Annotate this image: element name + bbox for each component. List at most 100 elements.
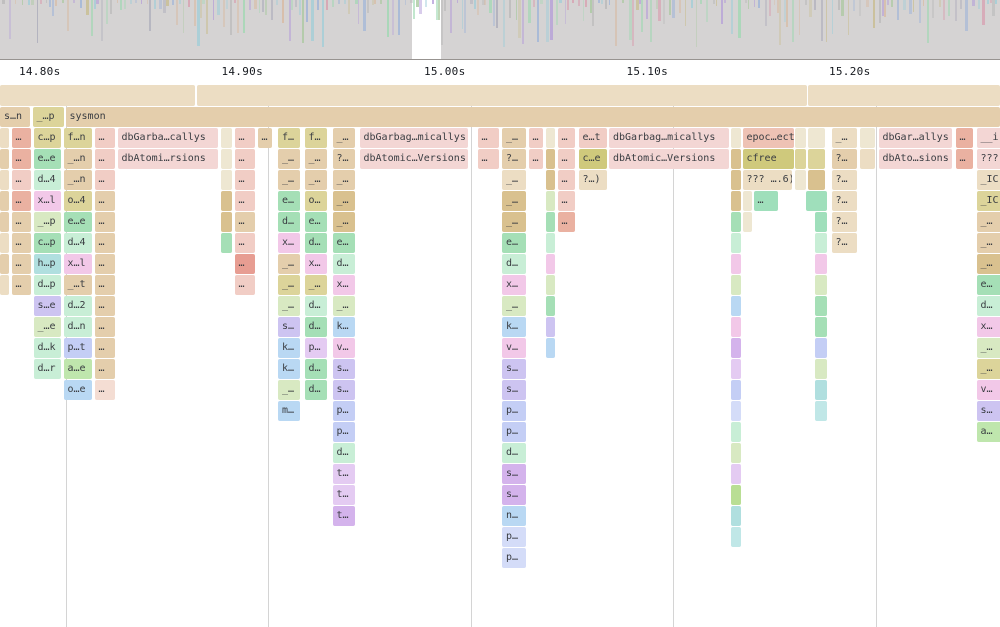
stack-frame[interactable]: …	[95, 233, 116, 253]
stack-frame[interactable]: d…	[977, 296, 1000, 316]
stack-frame[interactable]	[815, 296, 827, 316]
stack-frame[interactable]	[731, 317, 741, 337]
stack-frame[interactable]: p…	[502, 422, 526, 442]
stack-frame[interactable]	[815, 275, 827, 295]
stack-frame[interactable]	[0, 128, 9, 148]
stack-frame[interactable]	[546, 149, 555, 169]
stack-frame[interactable]: ?…	[832, 212, 858, 232]
stack-frame[interactable]	[731, 527, 741, 547]
stack-frame[interactable]: …	[235, 128, 255, 148]
stack-frame[interactable]	[815, 380, 827, 400]
stack-frame[interactable]: d…4	[34, 170, 62, 190]
stack-frame[interactable]: _…	[278, 149, 300, 169]
stack-frame[interactable]: x…	[977, 317, 1000, 337]
stack-frame[interactable]: ?…	[832, 170, 858, 190]
stack-frame[interactable]: …	[258, 128, 272, 148]
stack-frame[interactable]: sysmon	[66, 107, 1000, 128]
stack-frame[interactable]: x…	[333, 275, 356, 295]
stack-frame[interactable]: s…	[278, 317, 300, 337]
stack-frame[interactable]	[0, 254, 9, 274]
stack-frame[interactable]: _…	[305, 275, 327, 295]
stack-frame[interactable]	[221, 128, 232, 148]
stack-frame[interactable]: _…	[977, 359, 1000, 379]
stack-frame[interactable]: p…	[502, 401, 526, 421]
stack-frame[interactable]: __i	[977, 128, 1000, 148]
stack-frame[interactable]	[731, 485, 741, 505]
stack-frame[interactable]: e…	[278, 191, 300, 211]
stack-frame[interactable]: d…	[502, 254, 526, 274]
stack-frame[interactable]: d…	[305, 380, 327, 400]
stack-frame[interactable]	[815, 401, 827, 421]
stack-frame[interactable]	[815, 254, 827, 274]
stack-frame[interactable]: ?…	[333, 149, 356, 169]
stack-frame[interactable]: …	[95, 212, 116, 232]
stack-frame[interactable]	[815, 317, 827, 337]
stack-frame[interactable]: e…	[502, 233, 526, 253]
stack-frame[interactable]: …	[95, 128, 116, 148]
stack-frame[interactable]: d…4	[64, 233, 92, 253]
stack-frame[interactable]: _…	[502, 128, 526, 148]
stack-frame[interactable]	[731, 128, 741, 148]
stack-frame[interactable]: dbGar…allys	[879, 128, 953, 148]
stack-frame[interactable]	[731, 233, 741, 253]
stack-frame[interactable]: dbGarba…callys	[118, 128, 218, 148]
stack-frame[interactable]: _…	[333, 212, 356, 232]
stack-frame[interactable]	[860, 149, 875, 169]
stack-frame[interactable]	[808, 128, 825, 148]
stack-frame[interactable]: …	[95, 170, 116, 190]
stack-frame[interactable]: o…e	[64, 380, 92, 400]
stack-frame[interactable]: _…	[278, 254, 300, 274]
stack-frame[interactable]: f…	[278, 128, 300, 148]
stack-frame[interactable]	[808, 85, 1000, 106]
stack-frame[interactable]: …	[95, 149, 116, 169]
stack-frame[interactable]: …	[95, 380, 116, 400]
stack-frame[interactable]: d…	[305, 296, 327, 316]
stack-frame[interactable]: ???	[977, 149, 1000, 169]
stack-frame[interactable]	[795, 170, 806, 190]
stack-frame[interactable]	[0, 170, 9, 190]
stack-frame[interactable]	[731, 359, 741, 379]
stack-frame[interactable]: …	[95, 191, 116, 211]
stack-frame[interactable]: …	[529, 128, 544, 148]
stack-frame[interactable]: …	[529, 149, 544, 169]
stack-frame[interactable]: s…	[333, 359, 356, 379]
stack-frame[interactable]: dbGarbag…micallys	[609, 128, 729, 148]
stack-frame[interactable]	[731, 212, 741, 232]
stack-frame[interactable]	[815, 338, 827, 358]
stack-chart-canvas[interactable]: s…n_…psysmon……………………c…pe…ed…4x…l_…pc…ph……	[0, 0, 1000, 627]
stack-frame[interactable]: …	[558, 191, 576, 211]
stack-frame[interactable]: t…	[333, 506, 356, 526]
stack-frame[interactable]: dbAtomic…Versions	[360, 149, 469, 169]
stack-frame[interactable]	[731, 170, 741, 190]
stack-frame[interactable]: x…	[278, 233, 300, 253]
stack-frame[interactable]: …	[12, 149, 32, 169]
stack-frame[interactable]: e…	[333, 233, 356, 253]
stack-frame[interactable]: ?…	[832, 149, 858, 169]
stack-frame[interactable]: …	[12, 212, 32, 232]
stack-frame[interactable]: _…	[305, 170, 327, 190]
stack-frame[interactable]	[731, 254, 741, 274]
stack-frame[interactable]: v…	[333, 338, 356, 358]
stack-frame[interactable]: _…	[333, 170, 356, 190]
stack-frame[interactable]	[0, 149, 9, 169]
stack-frame[interactable]: _…	[832, 128, 858, 148]
stack-frame[interactable]: ?…	[502, 149, 526, 169]
stack-frame[interactable]: x…	[305, 254, 327, 274]
stack-frame[interactable]: _…	[278, 275, 300, 295]
stack-frame[interactable]: a…e	[64, 359, 92, 379]
stack-frame[interactable]: s…	[502, 485, 526, 505]
stack-frame[interactable]: d…p	[34, 275, 62, 295]
stack-frame[interactable]: d…	[305, 359, 327, 379]
stack-frame[interactable]: d…n	[64, 317, 92, 337]
stack-frame[interactable]: …	[956, 128, 974, 148]
stack-frame[interactable]: p…	[333, 401, 356, 421]
stack-frame[interactable]	[221, 191, 232, 211]
stack-frame[interactable]: c…p	[34, 128, 62, 148]
stack-frame[interactable]: _…	[977, 233, 1000, 253]
stack-frame[interactable]	[0, 191, 9, 211]
stack-frame[interactable]: e…e	[34, 149, 62, 169]
stack-frame[interactable]: d…	[305, 317, 327, 337]
stack-frame[interactable]	[743, 191, 752, 211]
stack-frame[interactable]: e…	[977, 275, 1000, 295]
stack-frame[interactable]: …	[235, 212, 255, 232]
